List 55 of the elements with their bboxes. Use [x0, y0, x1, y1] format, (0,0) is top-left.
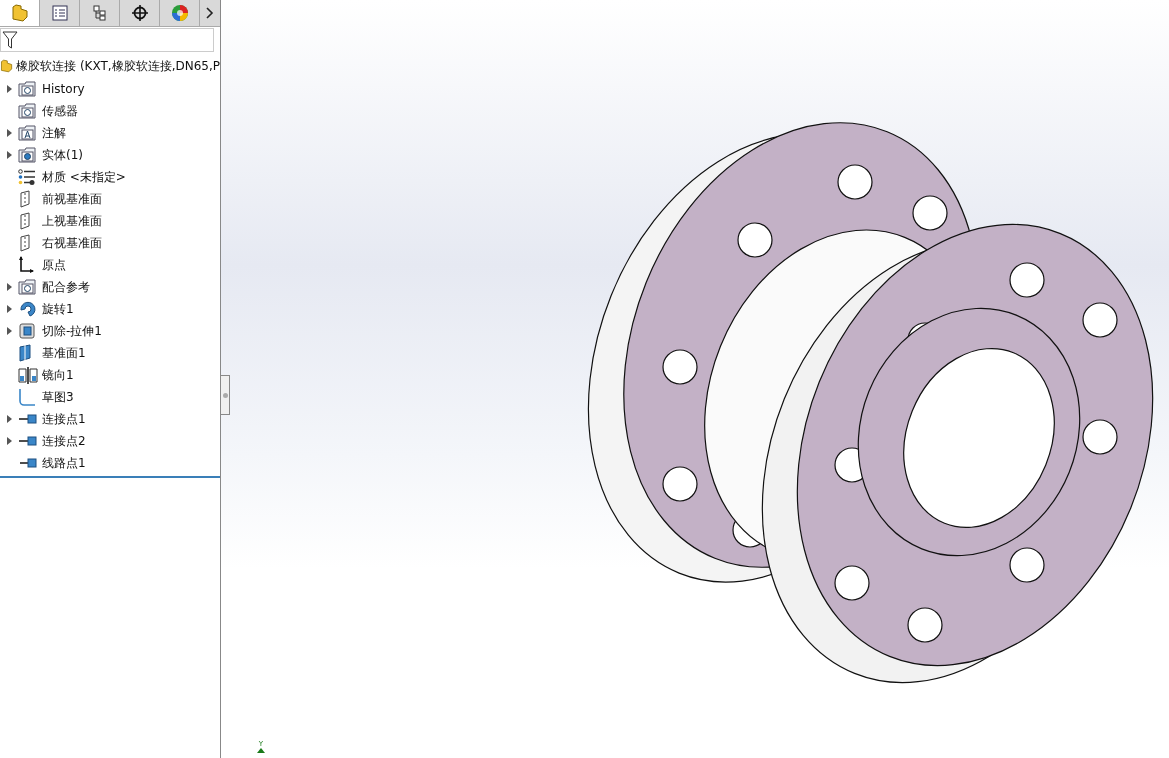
crosshair-icon	[130, 4, 149, 22]
tree-structure-icon	[90, 4, 109, 22]
tree-item-label[interactable]: 基准面1	[42, 344, 86, 362]
plane-icon	[18, 190, 32, 208]
expand-arrow-icon[interactable]	[6, 437, 12, 445]
folder-icon	[18, 125, 36, 141]
plane-icon	[18, 234, 32, 252]
chevron-right-icon	[206, 7, 214, 19]
tree-item-label[interactable]: 原点	[42, 256, 66, 274]
connection-point-icon	[18, 458, 38, 468]
tree-item-label[interactable]: 切除-拉伸1	[42, 322, 102, 340]
expand-arrow-icon[interactable]	[6, 85, 12, 93]
tree-item-label[interactable]: 前视基准面	[42, 190, 102, 208]
expand-arrow-icon[interactable]	[6, 305, 12, 313]
part-icon	[10, 4, 29, 22]
expand-arrow-icon[interactable]	[6, 327, 12, 335]
tree-item-label[interactable]: 实体(1)	[42, 146, 83, 164]
tree-item-label[interactable]: 镜向1	[42, 366, 74, 384]
tree-item-label[interactable]: 连接点1	[42, 410, 86, 428]
expand-arrow-icon[interactable]	[6, 129, 12, 137]
plane-icon	[18, 212, 32, 230]
tree-item-label[interactable]: 右视基准面	[42, 234, 102, 252]
panel-collapse-handle[interactable]	[221, 375, 230, 415]
filter-field[interactable]	[0, 28, 214, 52]
tree-item-label[interactable]: 材质 <未指定>	[42, 168, 126, 186]
folder-icon	[18, 279, 36, 295]
expand-arrow-icon[interactable]	[6, 283, 12, 291]
folder-icon	[18, 81, 36, 97]
plane-icon	[18, 344, 32, 362]
folder-icon	[18, 103, 36, 119]
tree-item-label[interactable]: 上视基准面	[42, 212, 102, 230]
tree-item-label[interactable]: 连接点2	[42, 432, 86, 450]
tree-item-label[interactable]: History	[42, 82, 85, 96]
list-icon	[50, 4, 69, 22]
triad-arrow-icon	[257, 748, 265, 753]
mirror-icon	[18, 366, 38, 384]
tree-item-label[interactable]: 草图3	[42, 388, 74, 406]
tree-root-label[interactable]: 橡胶软连接 (KXT,橡胶软连接,DN65,P	[16, 57, 220, 75]
sketch-icon	[18, 388, 36, 406]
part-icon	[0, 58, 14, 74]
expand-arrow-icon[interactable]	[6, 151, 12, 159]
material-icon	[18, 169, 36, 185]
tree-item-label[interactable]: 注解	[42, 124, 66, 142]
tree-item-label[interactable]: 配合参考	[42, 278, 90, 296]
folder-icon	[18, 147, 36, 163]
origin-axes-icon	[18, 256, 34, 274]
tree-item-label[interactable]: 线路点1	[42, 454, 86, 472]
tree-item-label[interactable]: 传感器	[42, 102, 78, 120]
color-wheel-icon	[170, 4, 189, 22]
connection-point-icon	[18, 414, 38, 424]
revolve-icon	[18, 300, 36, 318]
tree-item-label[interactable]: 旋转1	[42, 300, 74, 318]
cut-extrude-icon	[18, 322, 36, 340]
connection-point-icon	[18, 436, 38, 446]
expand-arrow-icon[interactable]	[6, 415, 12, 423]
